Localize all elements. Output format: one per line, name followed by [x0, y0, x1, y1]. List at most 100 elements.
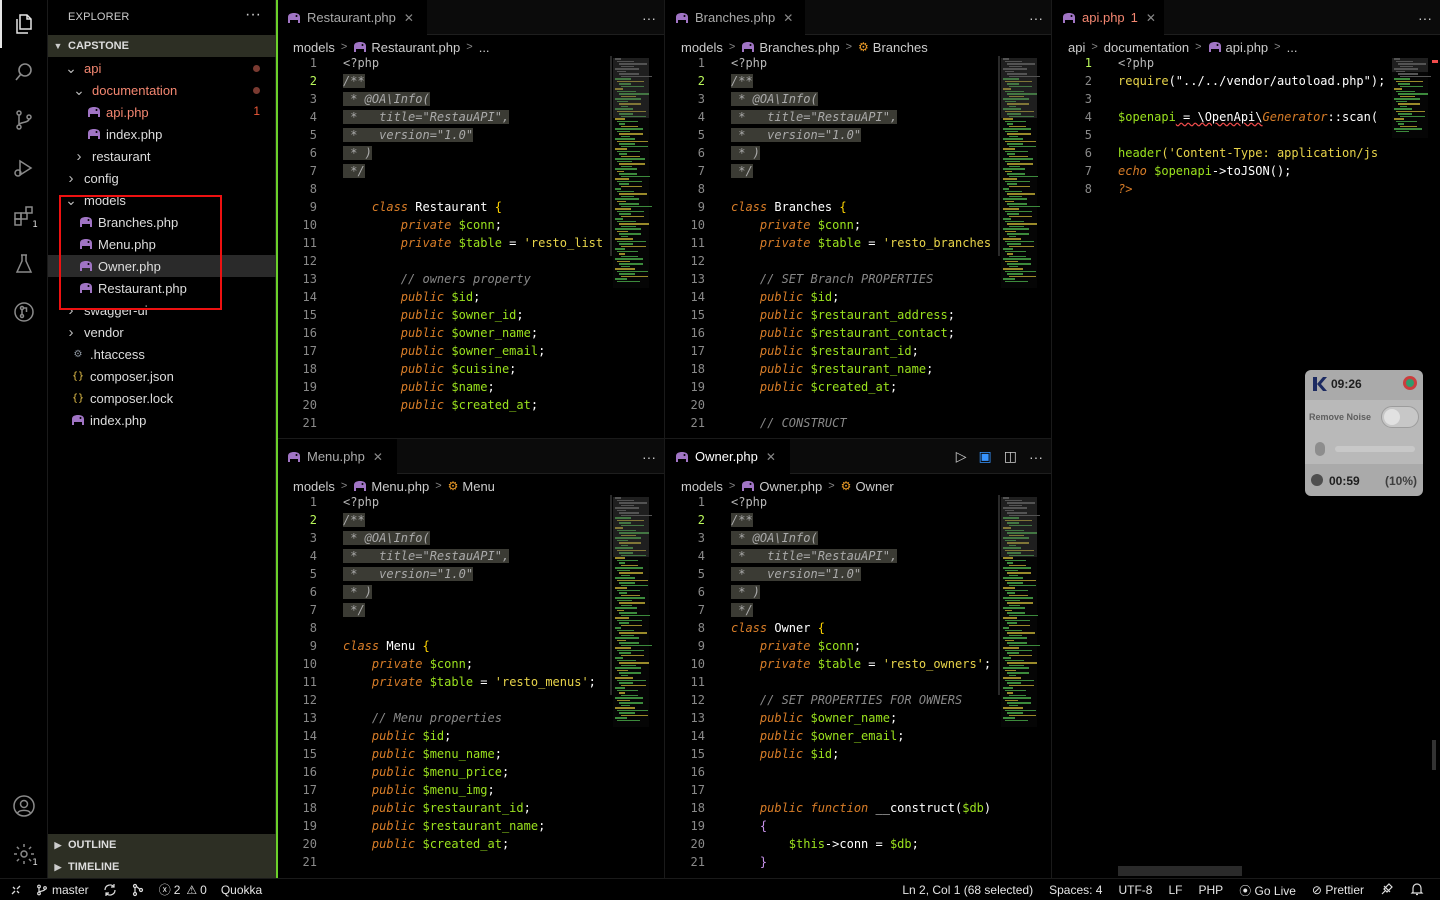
- prettier-button[interactable]: ⊘ Prettier: [1312, 883, 1364, 897]
- minimap-slider[interactable]: [1001, 58, 1037, 118]
- minimap[interactable]: [613, 497, 652, 727]
- split-editor-icon[interactable]: ◫: [1004, 448, 1017, 465]
- workspace-root[interactable]: ▼ CAPSTONE: [48, 35, 276, 57]
- tree-item[interactable]: › restaurant: [48, 145, 276, 167]
- outline-section[interactable]: ▶ OUTLINE: [48, 834, 276, 856]
- minimap[interactable]: [1001, 497, 1040, 727]
- breadcrumb-item[interactable]: api.php: [1226, 40, 1269, 55]
- more-actions-icon[interactable]: ···: [245, 6, 261, 24]
- editor-tab[interactable]: Restaurant.php ✕: [277, 0, 427, 35]
- breadcrumb-item[interactable]: Owner: [855, 479, 893, 494]
- minimap[interactable]: [613, 58, 652, 288]
- source-control-icon[interactable]: [0, 96, 48, 144]
- more-actions-icon[interactable]: ···: [642, 449, 656, 465]
- breadcrumb-item[interactable]: Owner.php: [759, 479, 822, 494]
- editor-tab[interactable]: api.php 1 ✕: [1052, 0, 1164, 35]
- gitlens-icon[interactable]: [0, 288, 48, 336]
- feedback-icon[interactable]: [1380, 882, 1394, 899]
- open-file-icon[interactable]: ▣: [979, 448, 992, 465]
- microphone-icon[interactable]: [1315, 442, 1325, 456]
- code-editor[interactable]: 1 <?php 2 /** 3 * @OA\Info(4 * title="Restau…: [277, 56, 664, 438]
- close-icon[interactable]: ✕: [373, 450, 383, 464]
- minimap-slider[interactable]: [613, 58, 649, 118]
- cursor-position[interactable]: Ln 2, Col 1 (68 selected): [902, 883, 1033, 897]
- settings-gear-icon[interactable]: 1: [0, 830, 48, 878]
- tree-item[interactable]: › vendor: [48, 321, 276, 343]
- search-icon[interactable]: [0, 48, 48, 96]
- breadcrumb-item[interactable]: Branches: [873, 40, 928, 55]
- more-actions-icon[interactable]: ···: [1029, 449, 1043, 465]
- horizontal-scrollbar[interactable]: [1118, 866, 1242, 876]
- editor-tab[interactable]: Branches.php ✕: [665, 0, 805, 35]
- remote-icon[interactable]: [10, 884, 22, 896]
- tree-item[interactable]: ⚙ .htaccess: [48, 343, 276, 365]
- minimap-slider[interactable]: [613, 497, 649, 557]
- breadcrumb-item[interactable]: Restaurant.php: [371, 40, 460, 55]
- close-icon[interactable]: ✕: [404, 11, 414, 25]
- tree-item[interactable]: Branches.php: [48, 211, 276, 233]
- tree-item[interactable]: index.php: [48, 409, 276, 431]
- extensions-icon[interactable]: 1: [0, 192, 48, 240]
- minimap-slider[interactable]: [1001, 497, 1037, 557]
- testing-flask-icon[interactable]: [0, 240, 48, 288]
- problems-button[interactable]: ⓧ 2 ⚠ 0: [159, 881, 207, 898]
- pane-divider[interactable]: [1051, 0, 1052, 878]
- breadcrumb-item[interactable]: Menu.php: [371, 479, 429, 494]
- minimap-slider[interactable]: [1392, 58, 1428, 72]
- tree-item[interactable]: index.php: [48, 123, 276, 145]
- breadcrumb-item[interactable]: models: [293, 479, 335, 494]
- tree-item[interactable]: api.php 1: [48, 101, 276, 123]
- breadcrumb-item[interactable]: Branches.php: [759, 40, 839, 55]
- minimap[interactable]: [1392, 58, 1431, 138]
- pane-divider[interactable]: [277, 438, 1051, 439]
- end-of-line[interactable]: LF: [1168, 883, 1182, 897]
- encoding[interactable]: UTF-8: [1118, 883, 1152, 897]
- breadcrumb-item[interactable]: Menu: [462, 479, 495, 494]
- notifications-bell-icon[interactable]: [1410, 882, 1424, 899]
- close-icon[interactable]: ✕: [783, 11, 793, 25]
- remove-noise-toggle[interactable]: [1381, 406, 1419, 428]
- more-actions-icon[interactable]: ···: [642, 10, 656, 26]
- tree-item[interactable]: ⌄ api: [48, 57, 276, 79]
- run-debug-icon[interactable]: [0, 144, 48, 192]
- tree-item[interactable]: {} composer.json: [48, 365, 276, 387]
- sidebar-sash[interactable]: [276, 0, 278, 878]
- breadcrumb-item[interactable]: documentation: [1104, 40, 1189, 55]
- quokka-button[interactable]: Quokka: [221, 883, 262, 897]
- tree-item[interactable]: ⌄ models: [48, 189, 276, 211]
- editor-tab[interactable]: Menu.php ✕: [277, 439, 397, 474]
- pane-divider[interactable]: [664, 0, 665, 878]
- tree-item[interactable]: {} composer.lock: [48, 387, 276, 409]
- more-actions-icon[interactable]: ···: [1418, 10, 1432, 26]
- code-editor[interactable]: 1 <?php 2 /** 3 * @OA\Info(4 * title="Restau…: [665, 495, 1051, 878]
- tree-item[interactable]: › config: [48, 167, 276, 189]
- run-icon[interactable]: ▷: [956, 448, 967, 465]
- explorer-icon[interactable]: [0, 0, 48, 48]
- tree-item[interactable]: › swagger-ui: [48, 299, 276, 321]
- indentation[interactable]: Spaces: 4: [1049, 883, 1102, 897]
- editor-tab[interactable]: Owner.php ✕: [665, 439, 790, 474]
- account-icon[interactable]: [0, 782, 48, 830]
- timeline-section[interactable]: ▶ TIMELINE: [48, 856, 276, 878]
- branch-button[interactable]: master: [36, 883, 89, 897]
- sync-icon[interactable]: [103, 883, 117, 897]
- breadcrumb-item[interactable]: ...: [479, 40, 490, 55]
- breadcrumb-item[interactable]: models: [681, 40, 723, 55]
- breadcrumb-item[interactable]: api: [1068, 40, 1085, 55]
- breadcrumb-item[interactable]: ...: [1287, 40, 1298, 55]
- go-live-button[interactable]: ⦿ Go Live: [1239, 882, 1296, 899]
- git-graph-icon[interactable]: [131, 883, 145, 897]
- more-actions-icon[interactable]: ···: [1029, 10, 1043, 26]
- breadcrumb-item[interactable]: models: [681, 479, 723, 494]
- tree-item[interactable]: Restaurant.php: [48, 277, 276, 299]
- language-mode[interactable]: PHP: [1199, 883, 1224, 897]
- close-icon[interactable]: ✕: [1146, 11, 1156, 25]
- breadcrumb-item[interactable]: models: [293, 40, 335, 55]
- close-icon[interactable]: ✕: [766, 450, 776, 464]
- scroll-thumb[interactable]: [1432, 740, 1436, 770]
- tree-item[interactable]: ⌄ documentation: [48, 79, 276, 101]
- tree-item[interactable]: Menu.php: [48, 233, 276, 255]
- tree-item[interactable]: Owner.php: [48, 255, 276, 277]
- minimap[interactable]: [1001, 58, 1040, 288]
- code-editor[interactable]: 1 <?php 2 /** 3 * @OA\Info(4 * title="Restau…: [277, 495, 664, 878]
